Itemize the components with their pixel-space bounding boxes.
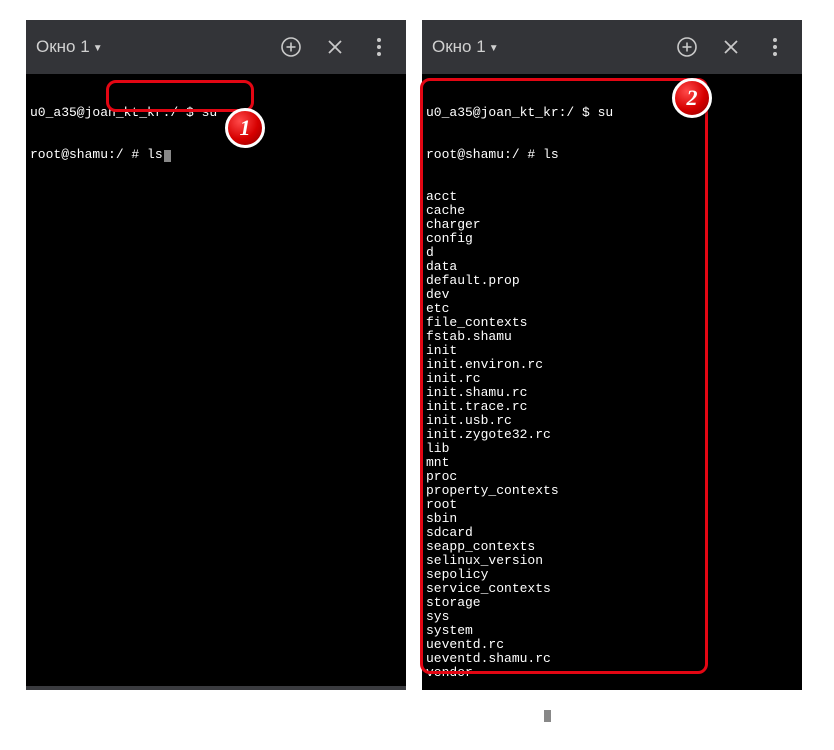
terminal-output-line: ueventd.shamu.rc	[426, 652, 798, 666]
terminal-output-line: seapp_contexts	[426, 540, 798, 554]
toolbar	[280, 36, 396, 58]
terminal-left[interactable]: u0_a35@joan_kt_kr:/ $ su root@shamu:/ # …	[26, 74, 406, 690]
new-tab-button[interactable]	[280, 36, 302, 58]
menu-button[interactable]	[764, 36, 786, 58]
terminal-output-line: property_contexts	[426, 484, 798, 498]
window-tab[interactable]: Окно 1 ▼	[36, 37, 280, 57]
terminal-output-line: init.trace.rc	[426, 400, 798, 414]
terminal-output-line: init.rc	[426, 372, 798, 386]
terminal-output-line: root	[426, 498, 798, 512]
phone-left: Окно 1 ▼ u0_a35@joan_kt_kr:/ $ su root@s…	[26, 20, 406, 690]
terminal-line: u0_a35@joan_kt_kr:/ $ su	[426, 106, 798, 120]
terminal-output-line: sys	[426, 610, 798, 624]
terminal-output-line: sbin	[426, 512, 798, 526]
terminal-line: root@shamu:/ #	[426, 708, 798, 722]
window-title-text: Окно 1	[432, 37, 486, 57]
close-button[interactable]	[720, 36, 742, 58]
terminal-output-line: fstab.shamu	[426, 330, 798, 344]
terminal-output-line: charger	[426, 218, 798, 232]
terminal-output-line: sepolicy	[426, 568, 798, 582]
terminal-output-line: lib	[426, 442, 798, 456]
terminal-output-line: sdcard	[426, 526, 798, 540]
terminal-output-line: init.usb.rc	[426, 414, 798, 428]
phone-right: Окно 1 ▼ u0_a35@joan_kt_kr:/ $ su root@s…	[422, 20, 802, 690]
terminal-output-line: vendor	[426, 666, 798, 680]
terminal-output-line: init	[426, 344, 798, 358]
terminal-output-line: init.environ.rc	[426, 358, 798, 372]
terminal-output-line: cache	[426, 204, 798, 218]
terminal-output-line: system	[426, 624, 798, 638]
window-tab[interactable]: Окно 1 ▼	[432, 37, 676, 57]
titlebar-left: Окно 1 ▼	[26, 20, 406, 74]
annotation-badge-2: 2	[672, 78, 712, 118]
terminal-output-line: selinux_version	[426, 554, 798, 568]
terminal-output-line: data	[426, 260, 798, 274]
terminal-line: root@shamu:/ # ls	[426, 148, 798, 162]
terminal-output-line: storage	[426, 596, 798, 610]
chevron-down-icon: ▼	[489, 43, 499, 54]
window-title-text: Окно 1	[36, 37, 90, 57]
terminal-output-line: config	[426, 232, 798, 246]
bottom-bar	[26, 686, 406, 690]
terminal-output-line: file_contexts	[426, 316, 798, 330]
terminal-output-line: dev	[426, 288, 798, 302]
terminal-line: root@shamu:/ # ls	[30, 148, 402, 162]
terminal-line: u0_a35@joan_kt_kr:/ $ su	[30, 106, 402, 120]
menu-button[interactable]	[368, 36, 390, 58]
terminal-output-line: ueventd.rc	[426, 638, 798, 652]
terminal-output-line: proc	[426, 470, 798, 484]
toolbar	[676, 36, 792, 58]
annotation-badge-1: 1	[225, 108, 265, 148]
terminal-output-line: init.shamu.rc	[426, 386, 798, 400]
close-button[interactable]	[324, 36, 346, 58]
terminal-right[interactable]: u0_a35@joan_kt_kr:/ $ su root@shamu:/ # …	[422, 74, 802, 690]
terminal-output-line: default.prop	[426, 274, 798, 288]
chevron-down-icon: ▼	[93, 43, 103, 54]
cursor-icon	[544, 710, 551, 722]
terminal-output-line: mnt	[426, 456, 798, 470]
new-tab-button[interactable]	[676, 36, 698, 58]
terminal-output-line: acct	[426, 190, 798, 204]
terminal-output-line: etc	[426, 302, 798, 316]
terminal-output-line: service_contexts	[426, 582, 798, 596]
titlebar-right: Окно 1 ▼	[422, 20, 802, 74]
cursor-icon	[164, 150, 171, 162]
terminal-output-line: d	[426, 246, 798, 260]
terminal-output-line: init.zygote32.rc	[426, 428, 798, 442]
